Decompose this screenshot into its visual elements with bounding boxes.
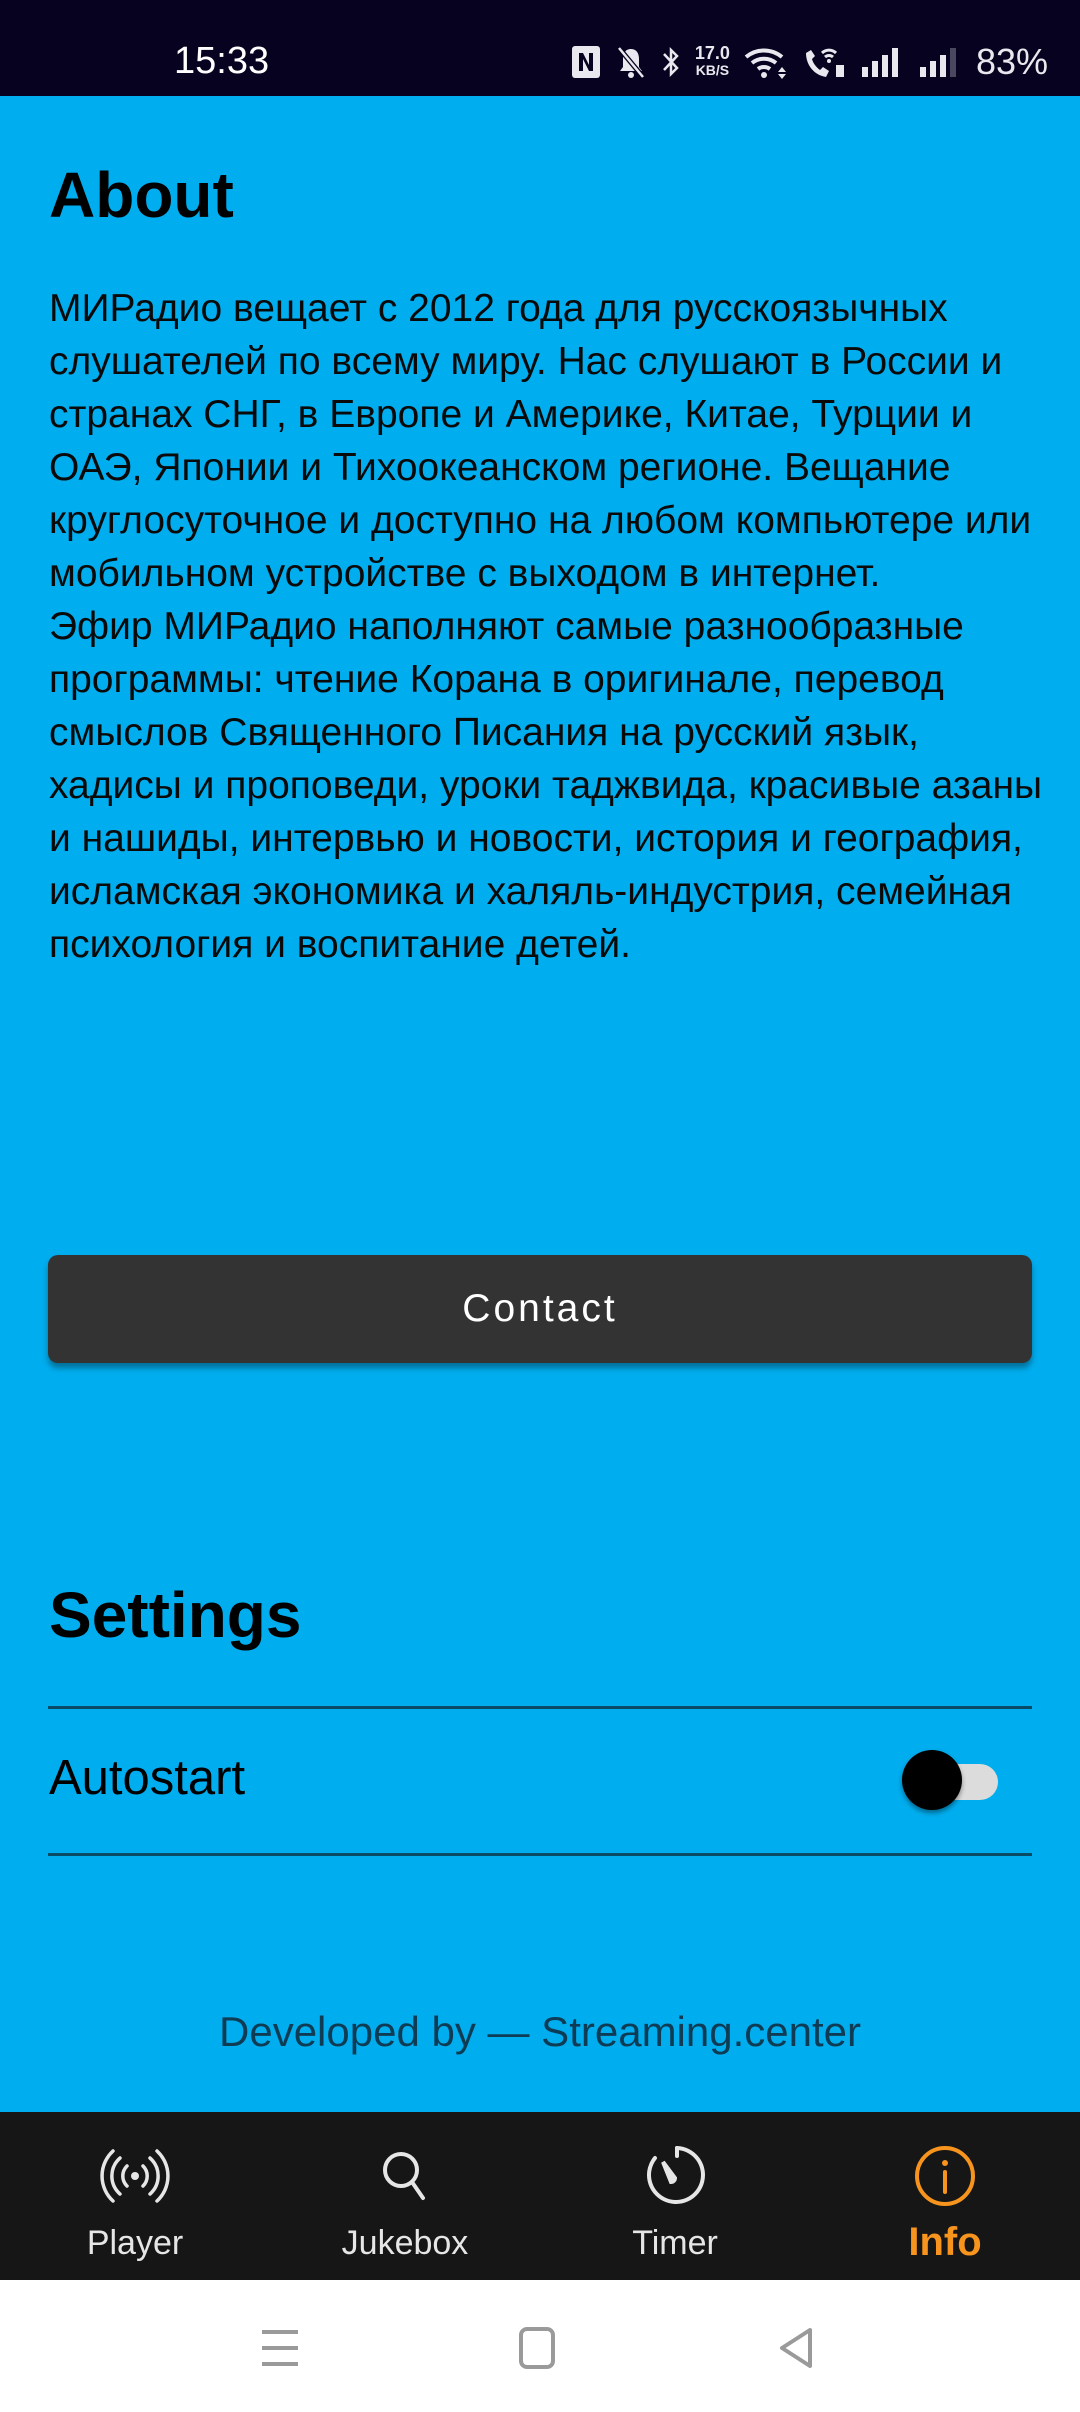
recent-apps-button[interactable] [250, 2318, 310, 2378]
nav-label: Jukebox [341, 2224, 469, 2262]
nav-item-jukebox[interactable]: Jukebox [270, 2112, 540, 2280]
contact-button[interactable]: Contact [48, 1255, 1032, 1363]
about-title: About [49, 159, 234, 231]
bell-muted-icon [616, 46, 645, 79]
nav-item-player[interactable]: Player [0, 2112, 270, 2280]
nav-item-timer[interactable]: Timer [540, 2112, 810, 2280]
wifi-calling-icon [805, 48, 844, 77]
battery-level: 83% [975, 41, 1048, 82]
search-icon [365, 2136, 445, 2216]
autostart-label: Autostart [49, 1751, 246, 1805]
system-nav-bar [0, 2280, 1080, 2412]
nav-label: Player [86, 2224, 184, 2262]
timer-icon [635, 2136, 715, 2216]
nav-label: Timer [632, 2224, 718, 2262]
divider [48, 1706, 1032, 1709]
about-paragraph: Эфир МИРадио наполняют самые разнообразн… [49, 605, 1043, 966]
nav-label: Info [908, 2220, 982, 2264]
signal-icon [861, 48, 898, 77]
broadcast-icon [95, 2136, 175, 2216]
wifi-icon [744, 48, 786, 79]
back-icon [780, 2328, 812, 2368]
nfc-icon [571, 46, 600, 78]
settings-title: Settings [49, 1579, 302, 1651]
menu-icon [262, 2330, 298, 2366]
toggle-thumb [902, 1750, 962, 1810]
divider [48, 1853, 1032, 1856]
network-speed: 17.0 KB/S [694, 43, 730, 78]
developed-by-link[interactable]: Developed by — Streaming.center [0, 2008, 1080, 2056]
info-screen: About МИРадио вещает с 2012 года для рус… [0, 96, 1080, 2112]
status-icons: 17.0 KB/S 83% [571, 40, 1048, 84]
status-bar: 15:33 17.0 KB/S 83% [0, 0, 1080, 96]
signal-icon [919, 48, 956, 77]
bottom-nav: Player Jukebox Timer Info [0, 2112, 1080, 2280]
home-icon [519, 2327, 555, 2369]
status-time: 15:33 [174, 40, 270, 82]
bluetooth-icon [662, 46, 679, 78]
about-paragraph: МИРадио вещает с 2012 года для русскоязы… [49, 287, 1032, 595]
back-button[interactable] [766, 2318, 826, 2378]
info-icon [905, 2136, 985, 2216]
about-text: МИРадио вещает с 2012 года для русскоязы… [49, 282, 1049, 971]
home-button[interactable] [508, 2318, 568, 2378]
autostart-toggle[interactable] [902, 1750, 998, 1810]
nav-item-info[interactable]: Info [810, 2112, 1080, 2280]
